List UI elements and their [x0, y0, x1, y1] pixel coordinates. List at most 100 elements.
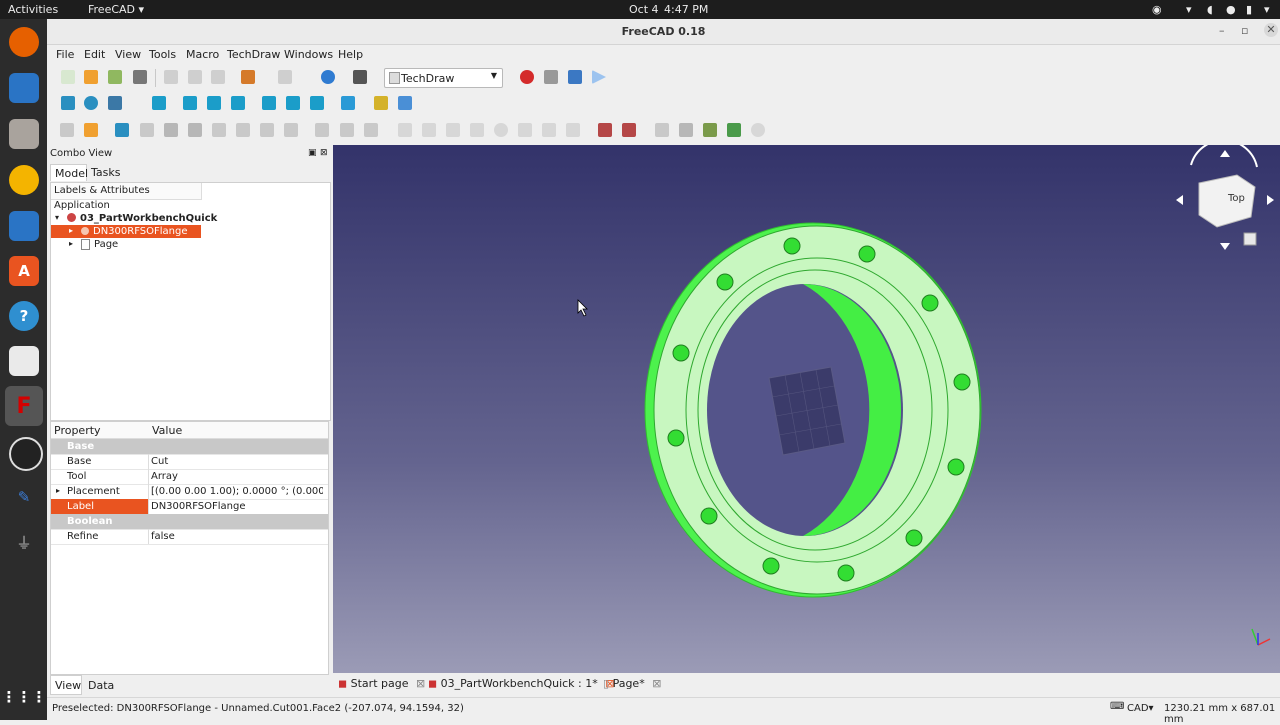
app-menu[interactable]: FreeCAD ▾ [88, 3, 144, 16]
insert-section-view-icon[interactable] [212, 123, 226, 137]
expand-arrow-icon[interactable]: ▸ [69, 239, 73, 248]
menu-view[interactable]: View [115, 48, 141, 61]
help-icon[interactable]: ? [9, 301, 39, 331]
vertical-dimension-icon[interactable] [446, 123, 460, 137]
export-dxf-icon[interactable] [622, 123, 636, 137]
property-row[interactable]: Tool Array [51, 469, 328, 485]
fit-selection-icon[interactable] [84, 96, 98, 110]
tab-data[interactable]: Data [88, 679, 114, 692]
nav-cube-body[interactable] [1198, 174, 1256, 228]
create-group-icon[interactable] [398, 96, 412, 110]
nav-arrow-right-icon[interactable] [1267, 195, 1274, 205]
volume-icon[interactable]: ◖ [1207, 3, 1213, 16]
tab-start-page[interactable]: ◼ Start page ⊠ [338, 677, 425, 690]
insert-annotation-icon[interactable] [315, 123, 329, 137]
hatch-icon[interactable] [655, 123, 669, 137]
insert-clip-group-icon[interactable] [284, 123, 298, 137]
usb-drive-icon[interactable]: ⏚ [9, 527, 39, 557]
insert-view-icon[interactable] [140, 123, 154, 137]
insert-default-page-icon[interactable] [60, 123, 74, 137]
writer-icon[interactable] [9, 211, 39, 241]
macro-stop-icon[interactable] [544, 70, 558, 84]
tab-model[interactable]: Model [50, 164, 88, 181]
length-dimension-icon[interactable] [398, 123, 412, 137]
diameter-dimension-icon[interactable] [494, 123, 508, 137]
view-right-icon[interactable] [231, 96, 245, 110]
nav-arrow-left-icon[interactable] [1176, 195, 1183, 205]
show-applications-icon[interactable]: ⋮⋮⋮ [2, 682, 47, 712]
menu-macro[interactable]: Macro [186, 48, 219, 61]
obs-icon[interactable] [9, 437, 43, 471]
flange-model[interactable] [333, 145, 1280, 673]
files-icon[interactable] [9, 119, 39, 149]
menu-windows[interactable]: Windows [284, 48, 333, 61]
copy-icon[interactable] [188, 70, 202, 84]
view-isometric-icon[interactable] [152, 96, 166, 110]
insert-draft-view-icon[interactable] [260, 123, 274, 137]
tab-page[interactable]: ▯ Page* ⊠ [603, 677, 661, 690]
print-icon[interactable] [133, 70, 147, 84]
menu-techdraw[interactable]: TechDraw [227, 48, 280, 61]
property-row-label[interactable]: Label DN300RFSOFlange [51, 499, 328, 515]
insert-symbol-icon[interactable] [340, 123, 354, 137]
property-row[interactable]: Refine false [51, 529, 328, 545]
insert-spreadsheet-view-icon[interactable] [364, 123, 378, 137]
activities-button[interactable]: Activities [8, 3, 58, 16]
navigation-cube[interactable] [1176, 145, 1274, 250]
minimize-button[interactable]: – [1219, 24, 1225, 37]
tab-tasks[interactable]: Tasks [91, 166, 120, 179]
view-top-icon[interactable] [207, 96, 221, 110]
view-front-icon[interactable] [183, 96, 197, 110]
export-svg-icon[interactable] [598, 123, 612, 137]
tree-item-page[interactable]: ▸ Page [51, 238, 330, 251]
paste-icon[interactable] [211, 70, 225, 84]
view-rear-icon[interactable] [262, 96, 276, 110]
close-tab-icon[interactable]: ⊠ [416, 677, 425, 690]
battery-icon[interactable]: ▮ [1246, 3, 1252, 16]
workbench-selector[interactable]: TechDraw ▼ [384, 68, 503, 88]
property-row[interactable]: Base Cut [51, 454, 328, 470]
rhythmbox-icon[interactable] [9, 165, 39, 195]
redraw-page-icon[interactable] [115, 123, 129, 137]
property-value[interactable]: false [151, 531, 323, 542]
angle-dimension-icon[interactable] [518, 123, 532, 137]
power-menu-icon[interactable]: ▾ [1264, 3, 1270, 16]
thunderbird-icon[interactable] [9, 73, 39, 103]
microphone-icon[interactable]: ● [1226, 3, 1236, 16]
float-panel-icon[interactable]: ▣ [308, 148, 317, 158]
property-value[interactable]: DN300RFSOFlange [151, 501, 323, 512]
nav-cube-face-label[interactable]: Top [1228, 193, 1245, 204]
expand-arrow-icon[interactable]: ▸ [69, 226, 73, 235]
horizontal-dimension-icon[interactable] [422, 123, 436, 137]
macro-edit-icon[interactable] [568, 70, 582, 84]
insert-page-template-icon[interactable] [84, 123, 98, 137]
expand-arrow-icon[interactable]: ▾ [55, 213, 59, 222]
firefox-icon[interactable] [9, 27, 39, 57]
property-value[interactable]: Cut [151, 456, 323, 467]
wifi-icon[interactable]: ▾ [1186, 3, 1192, 16]
close-tab-icon[interactable]: ⊠ [652, 677, 661, 690]
navigation-style-button[interactable]: CAD▾ [1127, 703, 1154, 714]
clock-time[interactable]: 4:47 PM [664, 3, 708, 16]
menu-tools[interactable]: Tools [149, 48, 176, 61]
nav-arrow-up-icon[interactable] [1220, 150, 1230, 157]
redo-icon[interactable] [278, 70, 292, 84]
macro-record-icon[interactable] [520, 70, 534, 84]
tree-item-document[interactable]: ▾ 03_PartWorkbenchQuick [51, 212, 330, 225]
tree-item-flange[interactable]: ▸ DN300RFSOFlange [51, 225, 201, 238]
new-document-icon[interactable] [61, 70, 75, 84]
leader-line-icon[interactable] [751, 123, 765, 137]
fit-all-icon[interactable] [61, 96, 75, 110]
view-bottom-icon[interactable] [286, 96, 300, 110]
menu-help[interactable]: Help [338, 48, 363, 61]
whats-this-icon[interactable] [353, 70, 367, 84]
pencil-tool-icon[interactable]: ✎ [9, 482, 39, 512]
measure-distance-icon[interactable] [341, 96, 355, 110]
menu-file[interactable]: File [56, 48, 74, 61]
document-viewer-icon[interactable] [9, 346, 39, 376]
open-document-icon[interactable] [84, 70, 98, 84]
property-group-base[interactable]: Base [51, 439, 328, 455]
nav-view-menu-icon[interactable] [1243, 232, 1257, 246]
toggle-frames-icon[interactable] [727, 123, 741, 137]
radius-dimension-icon[interactable] [470, 123, 484, 137]
